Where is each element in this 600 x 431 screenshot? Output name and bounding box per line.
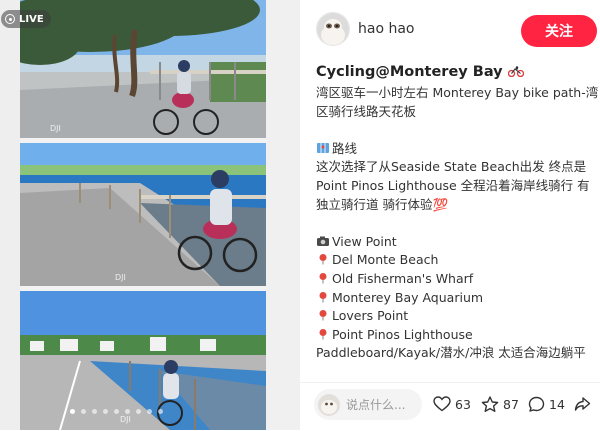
pin-icon <box>319 310 327 321</box>
note-line-text: Monterey Bay Aquarium <box>332 289 484 305</box>
dji-watermark: DJI <box>120 415 131 424</box>
pin-icon <box>319 272 327 284</box>
note-line-text: View Point <box>332 233 397 249</box>
photo-cypress-path[interactable]: DJI <box>20 0 266 138</box>
note-line-text: Old Fisherman's Wharf <box>332 270 474 286</box>
share-button[interactable] <box>574 396 591 413</box>
note-line-text: 这次选择了从Seaside State Beach出发 终点是 <box>316 159 587 175</box>
dji-watermark: DJI <box>115 273 126 282</box>
comment-button[interactable]: 14 <box>528 396 565 413</box>
pin-icon <box>319 328 327 340</box>
note-line: Point Pinos Lighthouse 全程沿着海岸线骑行 有 <box>316 177 600 196</box>
pin-icon <box>319 291 327 303</box>
author-name[interactable]: hao hao <box>358 21 415 37</box>
note-title: Cycling@Monterey Bay <box>316 64 600 80</box>
note-line-text: Point Pinos Lighthouse <box>332 326 473 342</box>
note-line: View Point <box>316 233 600 252</box>
carousel-dot[interactable] <box>70 409 75 414</box>
carousel-dot[interactable] <box>92 409 97 414</box>
note-line: Old Fisherman's Wharf <box>316 270 600 289</box>
pin-icon <box>319 254 327 265</box>
follow-button[interactable]: 关注 <box>521 15 597 47</box>
note-line: 独立骑行道 骑行体验💯 <box>316 196 600 215</box>
collect-button[interactable]: 87 <box>481 396 519 413</box>
media-left-edge <box>0 0 20 430</box>
media-carousel[interactable]: DJI DJI DJI LIVE <box>0 0 300 430</box>
dji-watermark: DJI <box>50 124 61 133</box>
heart-icon <box>433 396 451 412</box>
like-count: 63 <box>455 396 471 412</box>
mini-avatar <box>318 393 340 416</box>
comment-count: 14 <box>549 397 565 412</box>
note-line: Lovers Point <box>316 307 600 326</box>
note-panel: hao hao 关注 Cycling@Monterey Bay 湾区驱车一小时左… <box>300 0 600 431</box>
carousel-dot[interactable] <box>81 409 86 414</box>
avatar[interactable] <box>316 12 350 46</box>
note-line: 路线 <box>316 140 600 159</box>
carousel-dot[interactable] <box>114 409 119 414</box>
bicycle-icon <box>507 66 524 78</box>
live-badge[interactable]: LIVE <box>1 10 51 28</box>
note-line: 区骑行线路天花板 <box>316 103 600 122</box>
author-info[interactable]: hao hao <box>316 12 415 46</box>
note-line-text: Lovers Point <box>332 308 409 324</box>
share-icon <box>574 397 591 411</box>
photo-coastal-rider[interactable]: DJI <box>20 143 266 286</box>
carousel-dot[interactable] <box>125 409 130 414</box>
note-line-text: Del Monte Beach <box>332 252 439 268</box>
carousel-dot[interactable] <box>103 409 108 414</box>
note-line: 这次选择了从Seaside State Beach出发 终点是 <box>316 158 600 177</box>
note-line: 湾区驱车一小时左右 Monterey Bay bike path-湾 <box>316 84 600 103</box>
note-line-text: 路线 <box>332 140 358 156</box>
note-line-text: Point Pinos Lighthouse 全程沿着海岸线骑行 有 <box>316 177 590 193</box>
carousel-dot[interactable] <box>147 409 152 414</box>
note-title-text: Cycling@Monterey Bay <box>316 64 503 80</box>
star-icon <box>481 396 499 412</box>
note-line-text: Paddleboard/Kayak/潜水/冲浪 太适合海边躺平 <box>316 345 586 361</box>
live-icon <box>5 14 15 24</box>
note-line: Point Pinos Lighthouse <box>316 326 600 345</box>
carousel-dot[interactable] <box>158 409 163 414</box>
comment-bubble-icon <box>528 396 545 412</box>
carousel-dot[interactable] <box>136 409 141 414</box>
note-line: Paddleboard/Kayak/潜水/冲浪 太适合海边躺平 <box>316 344 600 363</box>
comment-placeholder: 说点什么... <box>346 398 406 412</box>
comment-input[interactable]: 说点什么... <box>314 389 422 420</box>
live-label: LIVE <box>19 13 44 25</box>
note-line-text: 区骑行线路天花板 <box>316 103 417 119</box>
note-line: Del Monte Beach <box>316 251 600 270</box>
like-button[interactable]: 63 <box>433 396 471 412</box>
note-content: Cycling@Monterey Bay 湾区驱车一小时左右 Monterey … <box>316 64 600 382</box>
note-body: 湾区驱车一小时左右 Monterey Bay bike path-湾 区骑行线路天… <box>316 84 600 363</box>
note-line-text: 独立骑行道 骑行体验💯 <box>316 196 449 212</box>
collect-count: 87 <box>503 397 519 412</box>
engagement-bar: 说点什么... 63 87 14 <box>300 382 600 431</box>
camera-icon <box>317 236 329 246</box>
note-line: Monterey Bay Aquarium <box>316 289 600 308</box>
map-icon <box>317 142 329 153</box>
media-right-edge <box>266 0 300 430</box>
note-line-text: 湾区驱车一小时左右 Monterey Bay bike path-湾 <box>316 85 599 100</box>
carousel-dots <box>70 409 163 414</box>
